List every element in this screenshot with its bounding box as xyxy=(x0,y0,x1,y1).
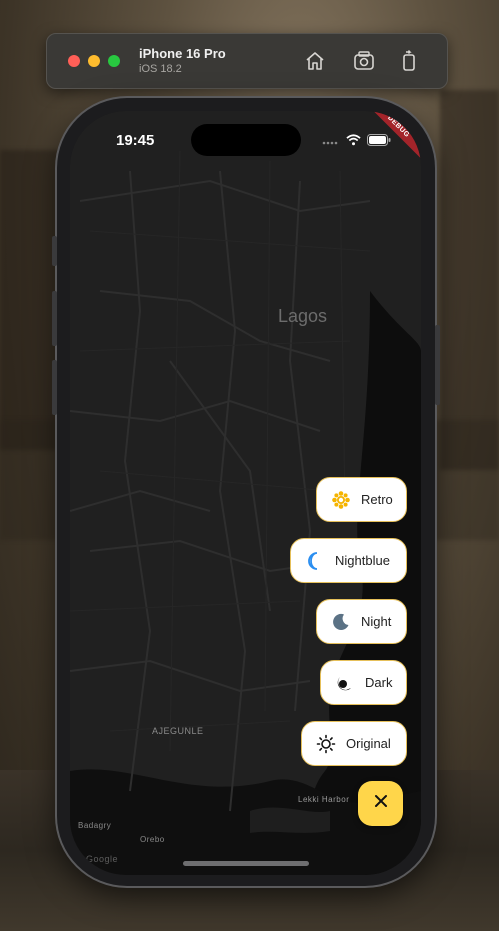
google-logo: Google xyxy=(86,854,119,864)
map-style-label: Nightblue xyxy=(335,553,390,568)
area-label-badagry: Badagry xyxy=(78,821,112,830)
status-icons xyxy=(322,133,391,151)
dynamic-island xyxy=(191,124,301,156)
crescent-moon-icon xyxy=(305,551,325,571)
moon-icon xyxy=(331,612,351,632)
area-label-lekki: Lekki Harbor xyxy=(298,795,350,804)
wifi-icon xyxy=(346,133,361,151)
cellular-icon xyxy=(322,133,340,151)
rotate-icon[interactable] xyxy=(397,49,421,73)
device-os-version: iOS 18.2 xyxy=(139,63,182,75)
map-style-night-button[interactable]: Night xyxy=(316,599,407,644)
home-indicator[interactable] xyxy=(183,861,309,866)
action-button[interactable] xyxy=(52,236,57,266)
zoom-window-button[interactable] xyxy=(108,55,120,67)
map-style-dark-button[interactable]: Dark xyxy=(320,660,407,705)
power-button[interactable] xyxy=(435,325,440,405)
device-name: iPhone 16 Pro xyxy=(139,46,226,61)
area-label-ajegunle: AJEGUNLE xyxy=(152,726,204,736)
area-label-orebo: Orebo xyxy=(140,835,165,844)
map-style-retro-button[interactable]: Retro xyxy=(316,477,407,522)
map-style-label: Original xyxy=(346,736,391,751)
volume-down-button[interactable] xyxy=(52,360,57,415)
sun-flower-icon xyxy=(331,490,351,510)
battery-icon xyxy=(367,133,391,151)
map-style-label: Dark xyxy=(365,675,393,690)
close-icon xyxy=(373,793,389,814)
minimize-window-button[interactable] xyxy=(88,55,100,67)
map-style-nightblue-button[interactable]: Nightblue xyxy=(290,538,407,583)
map-style-label: Retro xyxy=(361,492,393,507)
phone-screen: Lagos AJEGUNLE Lekki Harbor Badagry Oreb… xyxy=(70,111,421,875)
home-icon[interactable] xyxy=(303,49,327,73)
map-style-original-button[interactable]: Original xyxy=(301,721,407,766)
screenshot-icon[interactable] xyxy=(352,49,376,73)
sun-outline-icon xyxy=(316,734,336,754)
close-menu-fab[interactable] xyxy=(358,781,403,826)
close-window-button[interactable] xyxy=(68,55,80,67)
simulator-toolbar: iPhone 16 Pro iOS 18.2 xyxy=(46,33,448,89)
dark-moon-icon xyxy=(335,673,355,693)
map-style-label: Night xyxy=(361,614,392,629)
volume-up-button[interactable] xyxy=(52,291,57,346)
status-time: 19:45 xyxy=(116,132,155,149)
city-label: Lagos xyxy=(278,306,328,326)
